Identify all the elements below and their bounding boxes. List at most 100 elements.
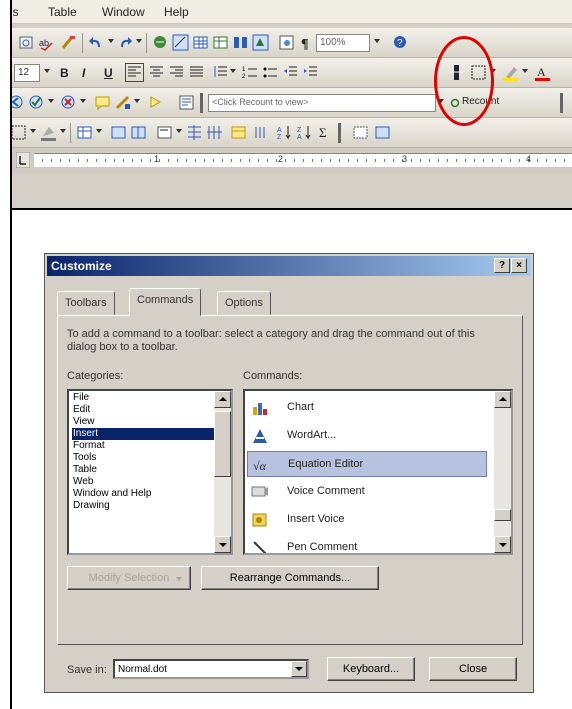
category-item[interactable]: Edit bbox=[72, 404, 214, 416]
insert-table-icon[interactable] bbox=[192, 34, 209, 51]
tab-selector-icon[interactable] bbox=[16, 152, 30, 168]
category-item[interactable]: Window and Help bbox=[72, 488, 214, 500]
recount-field[interactable]: <Click Recount to view> bbox=[208, 94, 436, 112]
align-cell-dropdown-arrow[interactable] bbox=[176, 129, 182, 133]
track-changes-icon[interactable] bbox=[114, 94, 131, 111]
scroll-down-button[interactable] bbox=[214, 536, 231, 553]
table-properties-icon[interactable] bbox=[374, 124, 391, 141]
hyperlink-icon[interactable] bbox=[152, 34, 169, 51]
rearrange-commands-button[interactable]: Rearrange Commands... bbox=[201, 566, 379, 590]
keyboard-button[interactable]: Keyboard... bbox=[327, 657, 415, 681]
align-left-icon[interactable] bbox=[125, 63, 144, 82]
spelling-icon[interactable]: ab bbox=[38, 34, 55, 51]
shading-dropdown-arrow[interactable] bbox=[60, 129, 66, 133]
dialog-title-bar[interactable]: Customize ? × bbox=[47, 256, 531, 276]
modify-selection-button[interactable]: Modify Selection bbox=[67, 566, 191, 590]
line-spacing-icon[interactable] bbox=[212, 64, 229, 81]
columns-icon[interactable] bbox=[232, 34, 249, 51]
numbering-icon[interactable]: 12 bbox=[242, 64, 259, 81]
toolbar-grip[interactable] bbox=[200, 93, 203, 113]
word-count-icon[interactable] bbox=[178, 94, 195, 111]
new-comment-icon[interactable] bbox=[94, 94, 111, 111]
accept-change-dropdown-arrow[interactable] bbox=[48, 99, 54, 103]
font-size-dropdown-arrow[interactable] bbox=[44, 69, 50, 73]
align-right-icon[interactable] bbox=[168, 64, 185, 81]
zoom-dropdown-arrow[interactable] bbox=[374, 39, 380, 43]
underline-button[interactable]: U bbox=[104, 66, 113, 80]
menu-item-table[interactable]: Table bbox=[48, 5, 77, 19]
bullets-icon[interactable] bbox=[262, 64, 279, 81]
sort-descending-icon[interactable]: ZA bbox=[296, 124, 313, 141]
line-spacing-dropdown-arrow[interactable] bbox=[230, 69, 236, 73]
commands-list[interactable]: Chart WordArt... √α Equation Editor Voic… bbox=[243, 389, 513, 555]
category-item[interactable]: File bbox=[72, 392, 214, 404]
font-color-icon[interactable]: A bbox=[534, 64, 551, 81]
horizontal-ruler[interactable]: 1 2 3 4 bbox=[12, 148, 572, 174]
save-in-dropdown-button[interactable] bbox=[291, 661, 307, 677]
tables-borders-icon[interactable] bbox=[172, 34, 189, 51]
font-size-field[interactable]: 12 bbox=[14, 64, 40, 82]
menu-item-tools[interactable]: ls bbox=[12, 5, 19, 19]
align-center-icon[interactable] bbox=[148, 64, 165, 81]
category-item[interactable]: Web bbox=[72, 476, 214, 488]
shading-color-icon[interactable] bbox=[40, 124, 57, 141]
insert-table-icon[interactable] bbox=[76, 124, 93, 141]
tab-options[interactable]: Options bbox=[217, 291, 271, 315]
print-preview-icon[interactable] bbox=[18, 34, 35, 51]
scroll-up-button[interactable] bbox=[494, 391, 511, 408]
undo-icon[interactable] bbox=[88, 34, 105, 51]
border-style-icon[interactable] bbox=[10, 124, 27, 141]
scroll-thumb[interactable] bbox=[494, 509, 511, 521]
format-painter-icon[interactable] bbox=[60, 34, 77, 51]
close-icon[interactable]: × bbox=[511, 258, 527, 273]
drawing-icon[interactable] bbox=[252, 34, 269, 51]
commands-scrollbar[interactable] bbox=[494, 391, 511, 553]
sort-ascending-icon[interactable]: AZ bbox=[276, 124, 293, 141]
accept-change-icon[interactable] bbox=[28, 94, 45, 111]
category-item[interactable]: Table bbox=[72, 464, 214, 476]
category-item[interactable]: View bbox=[72, 416, 214, 428]
categories-list[interactable]: File Edit View Insert Format Tools Table… bbox=[67, 389, 233, 555]
reviewing-pane-icon[interactable] bbox=[148, 94, 165, 111]
command-item-pen-comment[interactable]: Pen Comment bbox=[247, 535, 487, 553]
menu-item-window[interactable]: Window bbox=[102, 5, 145, 19]
command-item-equation-editor[interactable]: √α Equation Editor bbox=[247, 451, 487, 477]
decrease-indent-icon[interactable] bbox=[282, 64, 299, 81]
menu-item-help[interactable]: Help bbox=[164, 5, 189, 19]
reject-change-dropdown-arrow[interactable] bbox=[80, 99, 86, 103]
zoom-field[interactable]: 100% bbox=[316, 34, 370, 52]
document-map-icon[interactable] bbox=[278, 34, 295, 51]
category-item[interactable]: Tools bbox=[72, 452, 214, 464]
category-item[interactable]: Format bbox=[72, 440, 214, 452]
help-button[interactable]: ? bbox=[494, 258, 510, 273]
insert-excel-icon[interactable] bbox=[212, 34, 229, 51]
redo-dropdown-arrow[interactable] bbox=[136, 39, 142, 43]
tab-commands[interactable]: Commands bbox=[129, 288, 202, 316]
show-hide-icon[interactable]: ¶ bbox=[298, 34, 315, 51]
increase-indent-icon[interactable] bbox=[302, 64, 319, 81]
toolbar-grip[interactable] bbox=[560, 93, 563, 113]
text-direction-icon[interactable] bbox=[252, 124, 269, 141]
undo-dropdown-arrow[interactable] bbox=[108, 39, 114, 43]
scroll-down-button[interactable] bbox=[494, 536, 511, 553]
highlight-dropdown-arrow[interactable] bbox=[522, 69, 528, 73]
ruler-strip[interactable]: 1 2 3 4 bbox=[34, 153, 572, 167]
close-button[interactable]: Close bbox=[429, 657, 517, 681]
autosum-icon[interactable]: Σ bbox=[316, 124, 333, 141]
category-item[interactable]: Drawing bbox=[72, 500, 214, 512]
command-item-insert-voice[interactable]: Insert Voice bbox=[247, 507, 487, 533]
redo-icon[interactable] bbox=[116, 34, 133, 51]
command-item-voice-comment[interactable]: Voice Comment bbox=[247, 479, 487, 505]
save-in-select[interactable]: Normal.dot bbox=[113, 659, 309, 679]
previous-change-icon[interactable] bbox=[10, 94, 25, 111]
category-item-selected[interactable]: Insert bbox=[72, 428, 214, 440]
insert-table-dropdown-arrow[interactable] bbox=[96, 129, 102, 133]
split-cells-icon[interactable] bbox=[130, 124, 147, 141]
tab-toolbars[interactable]: Toolbars bbox=[57, 291, 115, 315]
bold-button[interactable]: B bbox=[60, 66, 69, 80]
distribute-rows-icon[interactable] bbox=[186, 124, 203, 141]
scroll-thumb[interactable] bbox=[214, 411, 231, 477]
table-autoformat-icon[interactable] bbox=[230, 124, 247, 141]
justify-icon[interactable] bbox=[188, 64, 205, 81]
highlight-icon[interactable] bbox=[502, 64, 519, 81]
